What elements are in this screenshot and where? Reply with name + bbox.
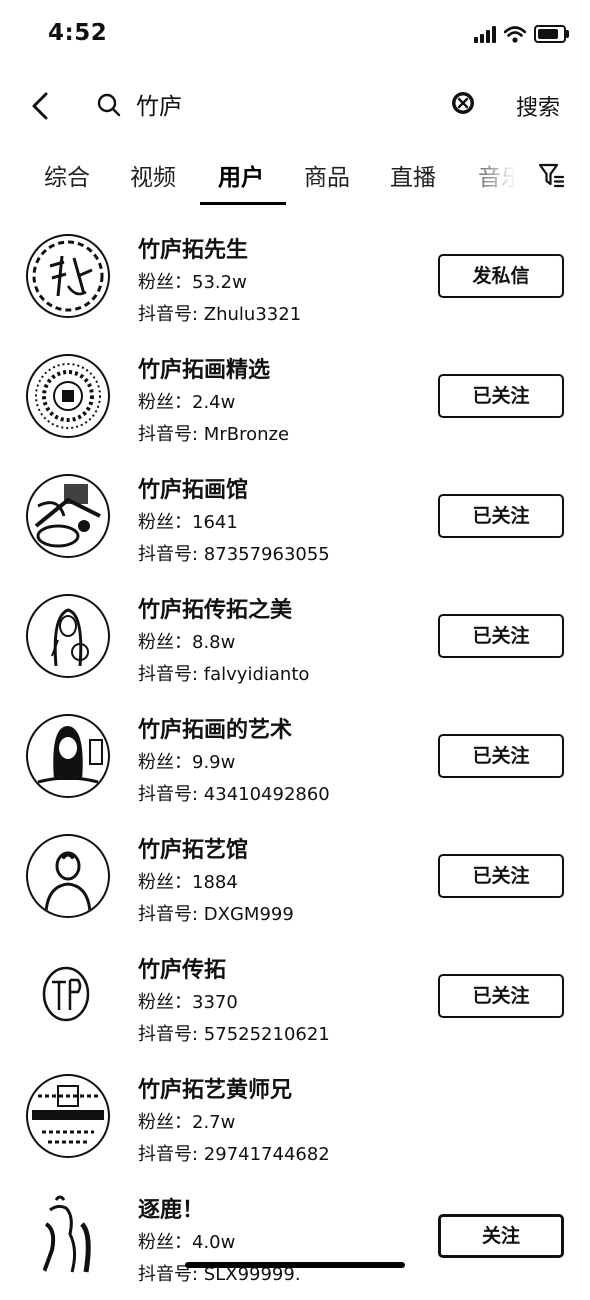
user-name: 竹庐拓艺馆 — [138, 838, 249, 863]
avatar[interactable] — [26, 1074, 110, 1158]
user-fans: 粉丝：2.4w — [138, 392, 236, 413]
user-row[interactable]: 竹庐拓画馆 粉丝：1641 抖音号: 87357963055 已关注 — [0, 460, 590, 580]
follow-button[interactable]: 关注 — [438, 1214, 564, 1258]
user-name: 竹庐拓画精选 — [138, 358, 271, 383]
user-douyin-id: 抖音号: 29741744682 — [138, 1144, 330, 1165]
user-douyin-id: 抖音号: 57525210621 — [138, 1024, 330, 1045]
active-tab-indicator — [200, 202, 286, 205]
avatar[interactable] — [26, 594, 110, 678]
user-row[interactable]: 竹庐拓画精选 粉丝：2.4w 抖音号: MrBronze 已关注 — [0, 340, 590, 460]
user-name: 竹庐传拓 — [138, 958, 227, 983]
following-button[interactable]: 已关注 — [438, 614, 564, 658]
avatar[interactable] — [26, 234, 110, 318]
user-douyin-id: 抖音号: 87357963055 — [138, 544, 330, 565]
user-fans: 粉丝：1884 — [138, 872, 238, 893]
user-row[interactable]: 竹庐拓艺黄师兄 粉丝：2.7w 抖音号: 29741744682 — [0, 1060, 590, 1180]
user-row[interactable]: 逐鹿！ 粉丝：4.0w 抖音号: SLX99999. 关注 — [0, 1180, 590, 1300]
avatar[interactable] — [26, 474, 110, 558]
search-tabs: 综合 视频 用户 商品 直播 音乐 — [0, 150, 590, 210]
user-douyin-id: 抖音号: falvyidianto — [138, 664, 310, 685]
cellular-signal-icon — [474, 25, 496, 43]
message-button[interactable]: 发私信 — [438, 254, 564, 298]
user-fans: 粉丝：8.8w — [138, 632, 236, 653]
avatar[interactable] — [26, 834, 110, 918]
user-row[interactable]: 竹庐拓传拓之美 粉丝：8.8w 抖音号: falvyidianto 已关注 — [0, 580, 590, 700]
home-indicator[interactable] — [185, 1262, 405, 1268]
avatar[interactable] — [26, 954, 110, 1038]
tab-products[interactable]: 商品 — [304, 158, 350, 192]
filter-icon[interactable] — [538, 162, 564, 188]
avatar[interactable] — [26, 354, 110, 438]
wifi-icon — [504, 25, 526, 43]
user-name: 竹庐拓先生 — [138, 238, 249, 263]
user-row[interactable]: 竹庐拓先生 粉丝：53.2w 抖音号: Zhulu3321 发私信 — [0, 220, 590, 340]
following-button[interactable]: 已关注 — [438, 734, 564, 778]
following-button[interactable]: 已关注 — [438, 854, 564, 898]
user-fans: 粉丝：9.9w — [138, 752, 236, 773]
search-icon — [97, 93, 121, 117]
user-result-list: 竹庐拓先生 粉丝：53.2w 抖音号: Zhulu3321 发私信 竹庐拓画精选… — [0, 220, 590, 1300]
tab-videos[interactable]: 视频 — [130, 158, 176, 192]
avatar[interactable] — [26, 714, 110, 798]
tab-comprehensive[interactable]: 综合 — [44, 158, 90, 192]
user-name: 逐鹿！ — [138, 1198, 205, 1223]
user-douyin-id: 抖音号: MrBronze — [138, 424, 290, 445]
status-icons — [474, 25, 569, 43]
following-button[interactable]: 已关注 — [438, 974, 564, 1018]
user-douyin-id: 抖音号: DXGM999 — [138, 904, 294, 925]
search-input[interactable] — [136, 88, 416, 120]
search-button[interactable]: 搜索 — [516, 90, 560, 122]
user-name: 竹庐拓画的艺术 — [138, 718, 293, 743]
user-name: 竹庐拓传拓之美 — [138, 598, 293, 623]
user-douyin-id: 抖音号: Zhulu3321 — [138, 304, 302, 325]
following-button[interactable]: 已关注 — [438, 374, 564, 418]
user-fans: 粉丝：2.7w — [138, 1112, 236, 1133]
user-name: 竹庐拓画馆 — [138, 478, 249, 503]
user-row[interactable]: 竹庐拓画的艺术 粉丝：9.9w 抖音号: 43410492860 已关注 — [0, 700, 590, 820]
search-bar: 搜索 — [0, 76, 590, 136]
user-row[interactable]: 竹庐传拓 粉丝：3370 抖音号: 57525210621 已关注 — [0, 940, 590, 1060]
avatar[interactable] — [26, 1194, 110, 1278]
status-time: 4:52 — [48, 20, 108, 46]
user-fans: 粉丝：1641 — [138, 512, 238, 533]
status-bar: 4:52 — [0, 0, 590, 70]
user-douyin-id: 抖音号: 43410492860 — [138, 784, 330, 805]
user-fans: 粉丝：4.0w — [138, 1232, 236, 1253]
back-icon[interactable] — [26, 88, 56, 124]
tab-overflow-fade — [460, 150, 530, 200]
following-button[interactable]: 已关注 — [438, 494, 564, 538]
user-name: 竹庐拓艺黄师兄 — [138, 1078, 293, 1103]
tab-live[interactable]: 直播 — [390, 158, 436, 192]
battery-icon — [534, 25, 569, 43]
user-row[interactable]: 竹庐拓艺馆 粉丝：1884 抖音号: DXGM999 已关注 — [0, 820, 590, 940]
tab-users[interactable]: 用户 — [218, 158, 264, 192]
clear-icon[interactable] — [450, 90, 476, 116]
user-fans: 粉丝：53.2w — [138, 272, 247, 293]
user-fans: 粉丝：3370 — [138, 992, 238, 1013]
